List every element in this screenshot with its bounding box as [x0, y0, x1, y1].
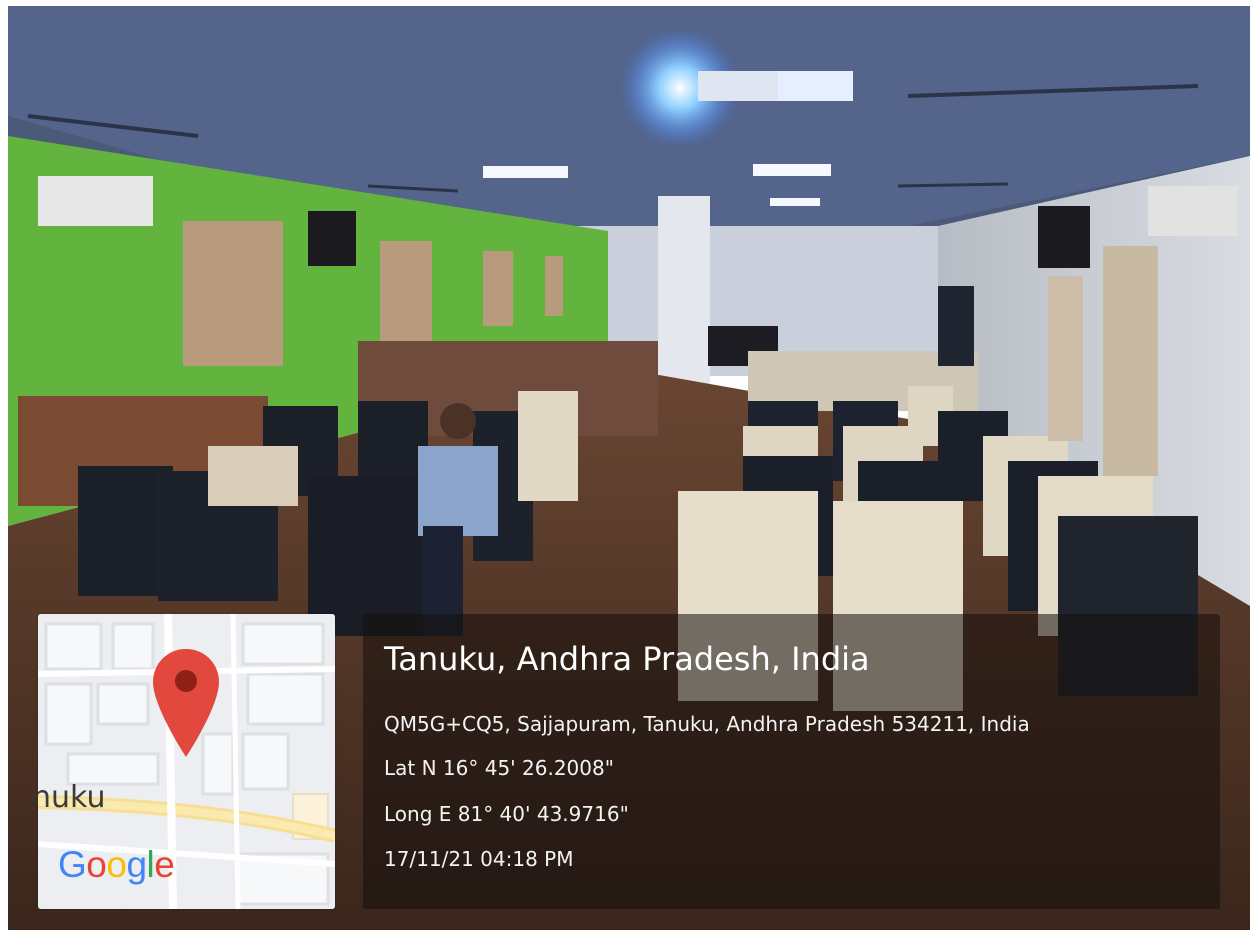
location-info-panel: Tanuku, Andhra Pradesh, India QM5G+CQ5, … [363, 614, 1220, 909]
google-logo-letter: G [58, 844, 87, 885]
google-logo-letter: g [126, 844, 147, 885]
location-pin-icon [153, 649, 219, 757]
location-timestamp: 17/11/21 04:18 PM [384, 847, 574, 871]
google-logo-letter: o [106, 844, 127, 885]
google-logo: Google [58, 844, 175, 886]
map-thumbnail[interactable]: nuku Google [38, 614, 335, 909]
map-place-label: nuku [38, 780, 106, 815]
google-logo-letter: e [154, 844, 175, 885]
location-title: Tanuku, Andhra Pradesh, India [384, 640, 870, 678]
location-longitude: Long E 81° 40' 43.9716" [384, 802, 629, 826]
location-address: QM5G+CQ5, Sajjapuram, Tanuku, Andhra Pra… [384, 712, 1030, 736]
google-logo-letter: o [86, 844, 107, 885]
location-latitude: Lat N 16° 45' 26.2008" [384, 756, 614, 780]
